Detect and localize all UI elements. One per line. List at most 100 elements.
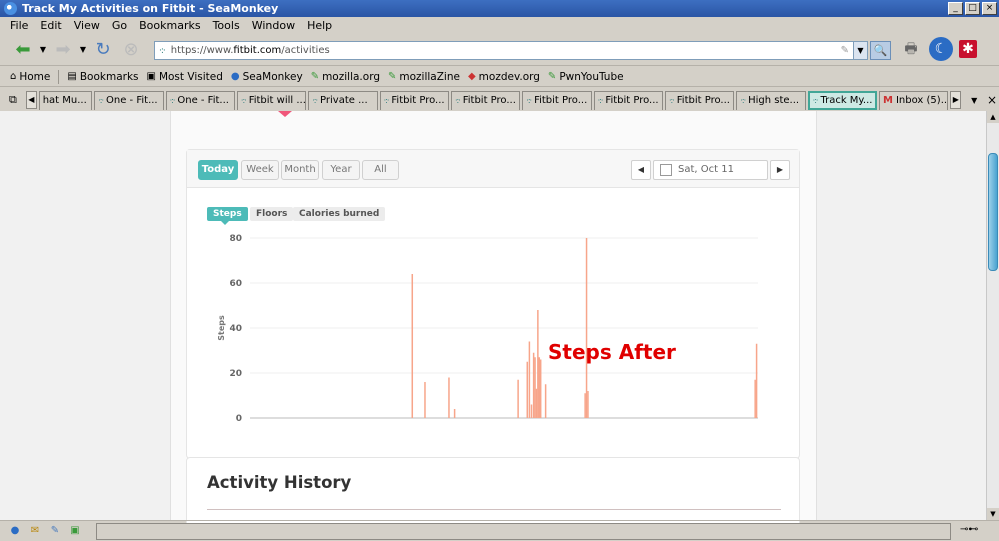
all-tabs-dropdown-icon[interactable]: ▼	[967, 96, 981, 105]
tab[interactable]: ·:· Fitbit will ...	[236, 90, 307, 110]
back-dropdown-icon[interactable]: ▼	[38, 37, 48, 63]
steps-bar[interactable]	[755, 343, 758, 418]
tab[interactable]: ·:· Fitbit Pro...	[664, 90, 735, 110]
date-picker[interactable]: Sat, Oct 11	[653, 160, 768, 180]
fitbit-favicon-icon: ·:·	[240, 96, 247, 105]
steps-bar[interactable]	[411, 274, 414, 418]
bookmark-home[interactable]: ⌂ Home	[10, 71, 50, 83]
steps-bar[interactable]	[448, 377, 450, 419]
range-month-button[interactable]: Month	[281, 160, 319, 180]
menu-view[interactable]: View	[74, 19, 100, 32]
steps-bar[interactable]	[538, 357, 541, 418]
steps-bar[interactable]	[584, 393, 586, 418]
window-title: Track My Activities on Fitbit - SeaMonke…	[22, 2, 279, 15]
steps-bar[interactable]	[537, 310, 539, 418]
steps-bar[interactable]	[526, 361, 529, 418]
status-text-field	[96, 523, 951, 540]
tab[interactable]: ·:· One - Fit...	[94, 90, 164, 110]
steps-bar[interactable]	[530, 404, 533, 419]
steps-bar[interactable]	[585, 238, 588, 418]
stop-button[interactable]: ⊗	[118, 37, 144, 63]
range-today-button[interactable]: Today	[198, 160, 238, 180]
tab[interactable]: M Inbox (5)...	[879, 90, 949, 110]
bookmark-most-visited[interactable]: ▣ Most Visited	[147, 71, 223, 83]
steps-bar[interactable]	[539, 359, 542, 419]
menu-bookmarks[interactable]: Bookmarks	[139, 19, 200, 32]
maximize-button[interactable]: □	[965, 2, 980, 15]
steps-bar[interactable]	[535, 388, 538, 418]
metric-steps-tab[interactable]: Steps	[207, 207, 248, 225]
steps-bar[interactable]	[424, 382, 426, 418]
tab[interactable]: ·:· Private ...	[308, 90, 378, 110]
tab[interactable]: ·:· High ste...	[736, 90, 806, 110]
y-tick-label: 80	[229, 234, 242, 244]
y-tick-label: 0	[236, 414, 242, 424]
minimize-button[interactable]: _	[948, 2, 963, 15]
date-next-button[interactable]: ▶	[770, 160, 790, 180]
metric-floors-tab[interactable]: Floors	[250, 207, 294, 221]
addressbook-icon[interactable]: ▣	[68, 524, 82, 538]
rss-icon[interactable]: ✎	[841, 45, 849, 56]
menu-go[interactable]: Go	[112, 19, 127, 32]
y-tick-label: 20	[229, 369, 242, 379]
asterisk-icon[interactable]: ✱	[959, 40, 977, 58]
url-bar[interactable]: ·:· https://www.fitbit.com/activities ✎ …	[154, 41, 868, 60]
range-all-button[interactable]: All	[362, 160, 399, 180]
toolbar-right: 🖶 ☾ ✱	[899, 37, 977, 61]
home-icon: ⌂	[10, 71, 17, 82]
bookmark-mozillazine[interactable]: ✎ mozillaZine	[388, 71, 460, 83]
browser-icon[interactable]: ●	[8, 524, 22, 538]
menu-edit[interactable]: Edit	[40, 19, 61, 32]
steps-bar[interactable]	[544, 384, 547, 418]
url-dropdown-icon[interactable]: ▼	[853, 42, 867, 59]
scroll-up-icon[interactable]: ▲	[987, 111, 999, 123]
scroll-down-icon[interactable]: ▼	[987, 508, 999, 520]
tab-active[interactable]: ·:· Track My...	[807, 90, 878, 110]
vertical-scrollbar[interactable]: ▲ ▼	[986, 111, 999, 520]
metric-calories-tab[interactable]: Calories burned	[293, 207, 386, 221]
online-status-icon[interactable]: ⊸⊷	[960, 524, 978, 535]
menu-help[interactable]: Help	[307, 19, 332, 32]
steps-bar[interactable]	[587, 391, 589, 418]
tab[interactable]: hat Mu...	[38, 90, 93, 110]
close-tab-icon[interactable]: ×	[985, 93, 999, 107]
forward-button[interactable]: ➡	[50, 37, 76, 63]
tab[interactable]: ·:· Fitbit Pro...	[450, 90, 521, 110]
steps-bar[interactable]	[453, 409, 456, 418]
new-tab-icon[interactable]: ⧉	[4, 91, 22, 109]
range-year-button[interactable]: Year	[322, 160, 360, 180]
menu-file[interactable]: File	[10, 19, 28, 32]
search-button[interactable]: 🔍	[870, 41, 891, 60]
steps-bar[interactable]	[754, 379, 756, 418]
steps-bar[interactable]	[528, 341, 531, 419]
url-text[interactable]: https://www.fitbit.com/activities	[171, 45, 841, 56]
steps-bar[interactable]	[534, 357, 536, 418]
reload-button[interactable]: ↻	[90, 37, 116, 63]
close-window-button[interactable]: ×	[982, 2, 997, 15]
tab-scroll-right-icon[interactable]: ▶	[950, 91, 962, 109]
tab[interactable]: ·:· Fitbit Pro...	[379, 90, 449, 110]
seamonkey-logo-icon[interactable]: ☾	[929, 37, 953, 61]
mail-icon[interactable]: ✉	[28, 524, 42, 538]
bookmark-mozdev-org[interactable]: ◆ mozdev.org	[468, 71, 540, 83]
fitbit-favicon-icon: ·:·	[169, 96, 176, 105]
bookmark-bookmarks[interactable]: ▤ Bookmarks	[67, 71, 138, 83]
bookmark-seamonkey[interactable]: ● SeaMonkey	[231, 71, 303, 83]
bookmark-pwnyoutube[interactable]: ✎ PwnYouTube	[548, 71, 624, 83]
back-button[interactable]: ⬅	[10, 37, 36, 63]
steps-bar[interactable]	[532, 352, 535, 418]
range-week-button[interactable]: Week	[241, 160, 279, 180]
scrollbar-thumb[interactable]	[988, 153, 998, 271]
menu-window[interactable]: Window	[252, 19, 295, 32]
tab-scroll-left-icon[interactable]: ◀	[25, 91, 37, 109]
tab[interactable]: ·:· Fitbit Pro...	[593, 90, 663, 110]
bookmark-mozilla-org[interactable]: ✎ mozilla.org	[311, 71, 380, 83]
menu-tools[interactable]: Tools	[213, 19, 240, 32]
composer-icon[interactable]: ✎	[48, 524, 62, 538]
steps-bar[interactable]	[517, 379, 519, 418]
print-icon[interactable]: 🖶	[899, 37, 923, 61]
forward-dropdown-icon[interactable]: ▼	[78, 37, 88, 63]
tab[interactable]: ·:· One - Fit...	[165, 90, 235, 110]
tab[interactable]: ·:· Fitbit Pro...	[522, 90, 592, 110]
date-prev-button[interactable]: ◀	[631, 160, 651, 180]
